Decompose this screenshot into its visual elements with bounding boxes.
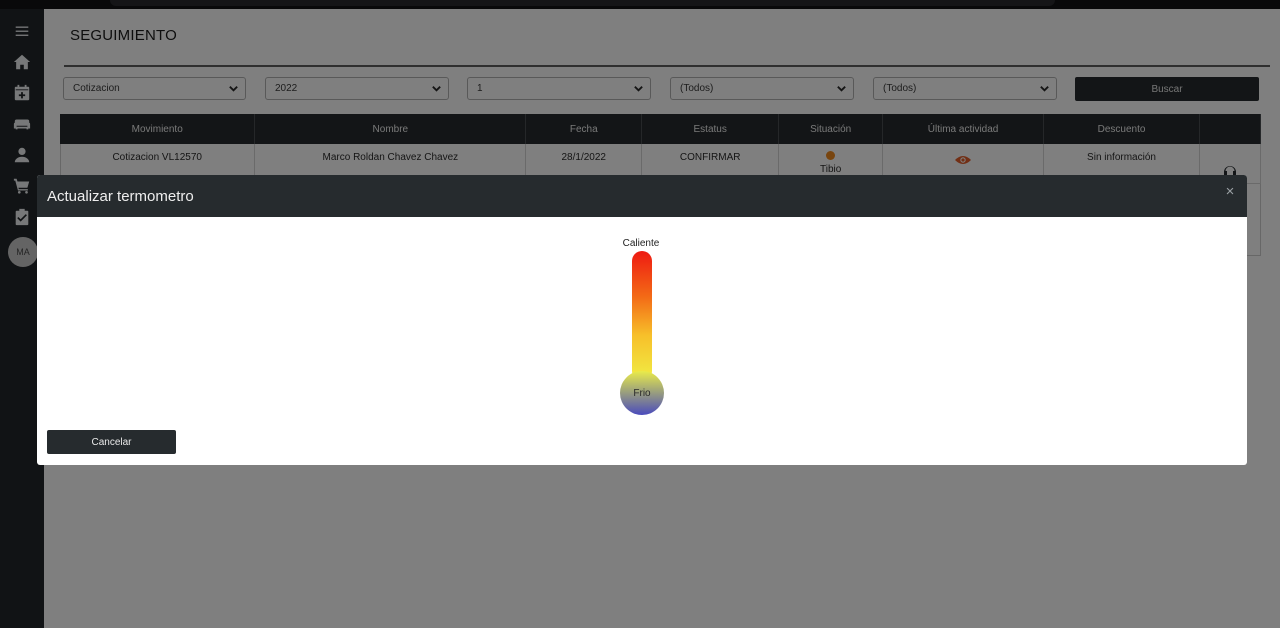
thermometer-modal: Actualizar termometro × Caliente Frio Ca…: [37, 175, 1247, 465]
close-icon[interactable]: ×: [1223, 184, 1237, 199]
cancel-button[interactable]: Cancelar: [47, 430, 176, 454]
thermometer-cold-label: Frio: [633, 387, 651, 399]
modal-title: Actualizar termometro: [47, 188, 194, 205]
modal-header: Actualizar termometro ×: [37, 175, 1247, 217]
thermometer-tube[interactable]: [632, 251, 652, 381]
thermometer-bulb[interactable]: Frio: [620, 371, 664, 415]
thermometer-hot-label: Caliente: [622, 238, 660, 249]
